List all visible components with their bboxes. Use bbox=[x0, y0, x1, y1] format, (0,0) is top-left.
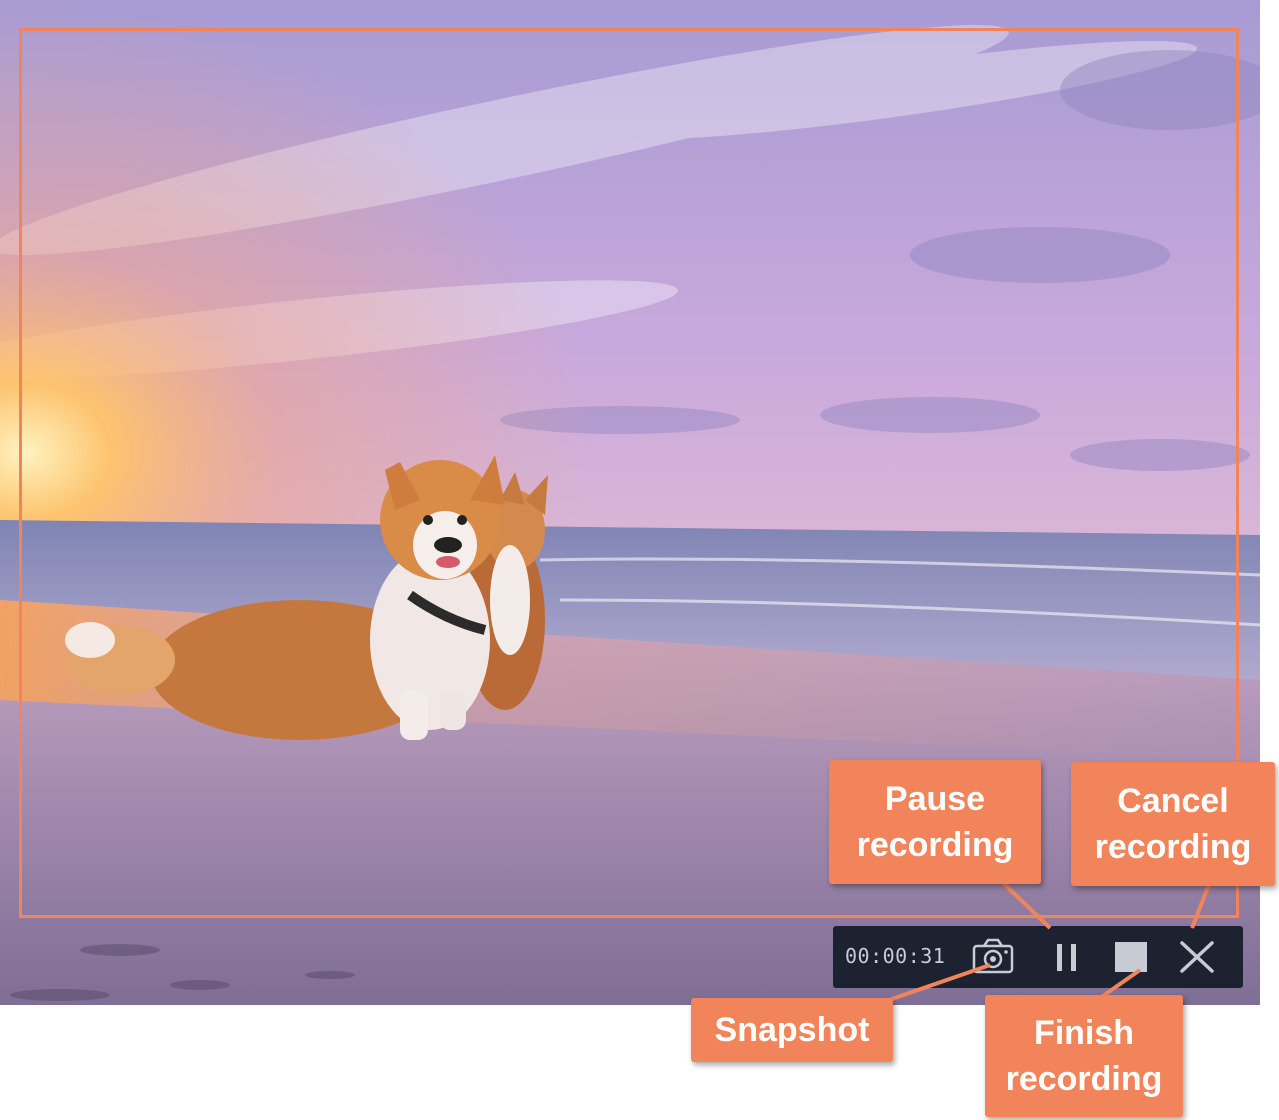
snapshot-callout: Snapshot bbox=[691, 998, 893, 1062]
capture-area-frame[interactable] bbox=[19, 28, 1239, 918]
recording-timer: 00:00:31 bbox=[845, 944, 946, 968]
callout-line: recording bbox=[856, 826, 1014, 864]
recording-toolbar: 00:00:31 bbox=[833, 926, 1243, 988]
pause-recording-callout: Pause recording bbox=[829, 760, 1041, 884]
cancel-recording-button[interactable] bbox=[1173, 934, 1221, 980]
pause-button[interactable] bbox=[1043, 934, 1091, 980]
stop-square-icon bbox=[1115, 942, 1147, 972]
camera-icon bbox=[972, 938, 1014, 974]
finish-recording-button[interactable] bbox=[1107, 934, 1155, 980]
cancel-recording-callout: Cancel recording bbox=[1071, 762, 1275, 886]
callout-line: Snapshot bbox=[714, 1011, 870, 1049]
callout-line: Pause bbox=[884, 780, 986, 818]
close-x-icon bbox=[1180, 941, 1214, 973]
pause-icon bbox=[1057, 944, 1076, 971]
callout-line: Cancel bbox=[1117, 782, 1229, 820]
finish-recording-callout: Finish recording bbox=[985, 995, 1183, 1117]
callout-line: recording bbox=[1094, 828, 1252, 866]
callout-line: recording bbox=[1005, 1060, 1163, 1098]
callout-line: Finish bbox=[1033, 1014, 1135, 1052]
snapshot-button[interactable] bbox=[969, 934, 1017, 980]
